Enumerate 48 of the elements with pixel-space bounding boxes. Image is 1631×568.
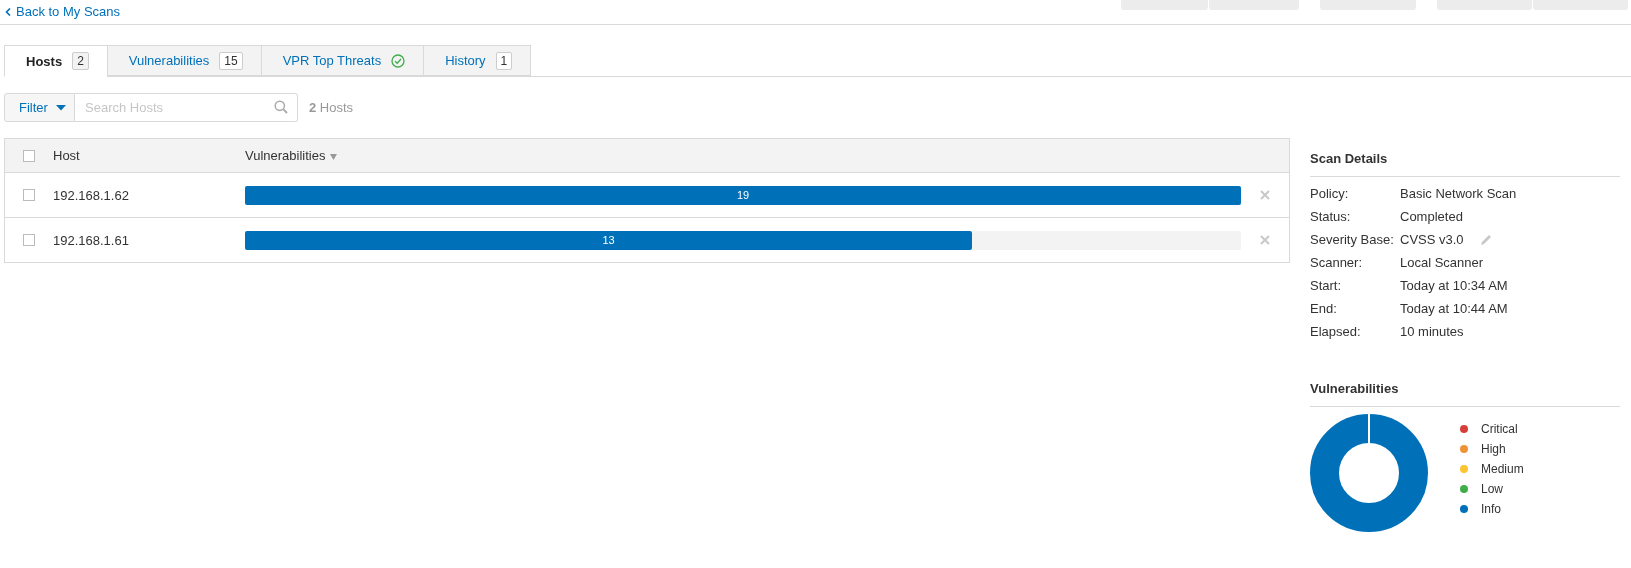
- detail-value: CVSS v3.0: [1400, 232, 1464, 247]
- detail-label: Scanner:: [1310, 255, 1364, 270]
- count-badge: 1: [495, 51, 513, 70]
- back-link[interactable]: Back to My Scans: [0, 0, 121, 19]
- column-header[interactable]: Vulnerabilities: [245, 148, 338, 163]
- checkbox[interactable]: [23, 189, 35, 201]
- host-address[interactable]: 192.168.1.62: [53, 187, 129, 203]
- detail-value: Today at 10:44 AM: [1400, 301, 1508, 316]
- detail-label: Elapsed:: [1310, 324, 1362, 339]
- detail-value: Local Scanner: [1400, 255, 1484, 270]
- chevron-left-icon: [5, 7, 11, 16]
- sort-arrow-icon: [330, 153, 338, 160]
- bar-count: 13: [602, 234, 615, 246]
- close-icon[interactable]: [1260, 190, 1270, 200]
- tab[interactable]: Vulnerabilities 15: [106, 45, 261, 76]
- caret-icon: [55, 104, 66, 111]
- close-icon[interactable]: [1260, 235, 1270, 245]
- legend-label: Low: [1481, 482, 1503, 496]
- count-badge: 2: [72, 52, 89, 70]
- bar-count: 19: [736, 189, 750, 201]
- detail-value: Completed: [1400, 209, 1463, 224]
- legend-label: Medium: [1481, 462, 1524, 476]
- column-header[interactable]: Host: [53, 148, 80, 163]
- result-count: 2 Hosts: [309, 100, 354, 115]
- count-badge: 15: [219, 51, 243, 70]
- legend-label: Info: [1481, 502, 1501, 516]
- tab[interactable]: History 1: [423, 45, 532, 76]
- detail-value: 10 minutes: [1400, 324, 1464, 339]
- detail-value: Basic Network Scan: [1400, 186, 1517, 201]
- host-address[interactable]: 192.168.1.61: [53, 232, 129, 248]
- search-field[interactable]: Search Hosts: [75, 93, 298, 122]
- detail-label: Policy:: [1310, 186, 1350, 201]
- section-title: Scan Details: [1310, 143, 1620, 177]
- detail-label: Status:: [1310, 209, 1352, 224]
- checkbox[interactable]: [23, 149, 35, 162]
- tab[interactable]: Hosts 2: [4, 45, 107, 77]
- filter-button[interactable]: Filter: [4, 93, 75, 122]
- pencil-icon[interactable]: [1479, 233, 1492, 246]
- legend-label: High: [1481, 442, 1506, 456]
- detail-label: Severity Base:: [1310, 232, 1395, 247]
- legend-label: Critical: [1481, 422, 1518, 436]
- checkbox[interactable]: [23, 234, 35, 246]
- detail-label: Start:: [1310, 278, 1343, 293]
- search-icon: [274, 100, 288, 114]
- detail-value: Today at 10:34 AM: [1400, 278, 1508, 293]
- detail-label: End:: [1310, 301, 1338, 316]
- section-title: Vulnerabilities: [1310, 373, 1620, 407]
- tab[interactable]: VPR Top Threats: [260, 45, 424, 76]
